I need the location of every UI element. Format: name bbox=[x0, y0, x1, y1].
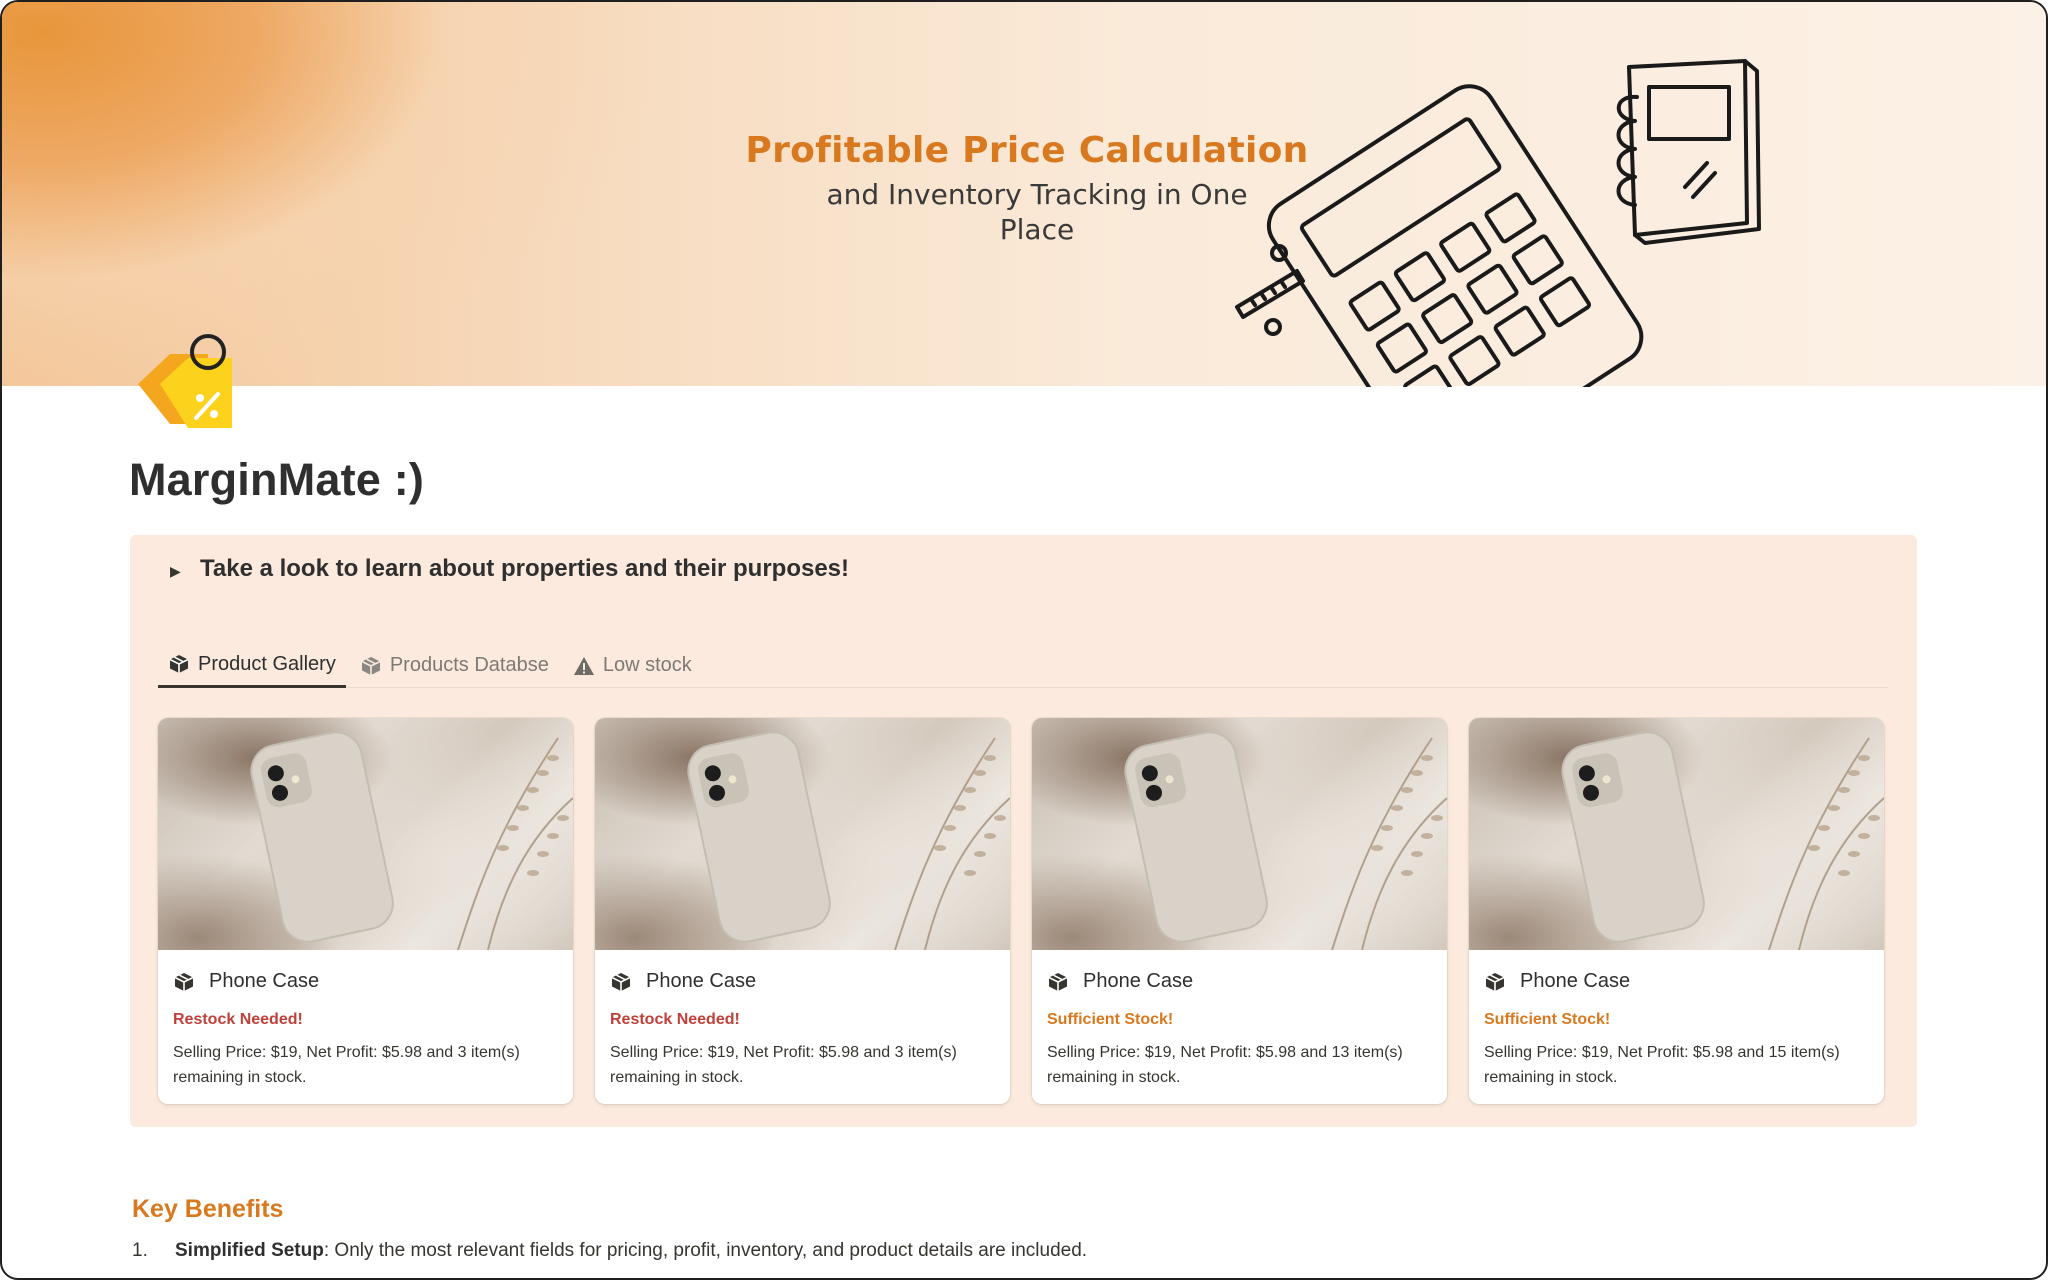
product-image bbox=[158, 718, 573, 950]
product-image bbox=[595, 718, 1010, 950]
tab-label: Products Databse bbox=[389, 654, 549, 676]
list-number: 1. bbox=[132, 1240, 148, 1261]
tab-products-database[interactable]: Products Databse bbox=[350, 643, 559, 688]
properties-toggle[interactable]: ▶ Take a look to learn about properties … bbox=[170, 555, 849, 583]
card-title-row: Phone Case bbox=[1047, 970, 1193, 993]
list-item: 1. Simplified Setup: Only the most relev… bbox=[132, 1240, 1087, 1262]
card-title-row: Phone Case bbox=[173, 970, 319, 993]
product-card[interactable]: Phone Case Restock Needed! Selling Price… bbox=[595, 718, 1010, 1104]
product-card[interactable]: Phone Case Sufficient Stock! Selling Pri… bbox=[1032, 718, 1447, 1104]
product-summary: Selling Price: $19, Net Profit: $5.98 an… bbox=[1047, 1044, 1403, 1086]
stock-status: Restock Needed! bbox=[610, 1011, 740, 1028]
benefit-title: Simplified Setup bbox=[175, 1240, 324, 1261]
tab-product-gallery[interactable]: Product Gallery bbox=[158, 643, 346, 688]
card-title-row: Phone Case bbox=[1484, 970, 1630, 993]
product-name: Phone Case bbox=[646, 970, 757, 992]
tab-label: Low stock bbox=[602, 654, 692, 676]
key-benefits-heading: Key Benefits bbox=[132, 1195, 284, 1223]
stock-status: Sufficient Stock! bbox=[1047, 1011, 1174, 1028]
price-tag-percent-icon bbox=[138, 334, 232, 428]
benefit-description: : Only the most relevant fields for pric… bbox=[323, 1240, 1088, 1261]
page-frame: Profitable Price Calculation and Invento… bbox=[0, 0, 2048, 1280]
triangle-right-icon[interactable]: ▶ bbox=[170, 563, 192, 580]
tab-low-stock[interactable]: Low stock bbox=[563, 643, 702, 688]
product-name: Phone Case bbox=[1520, 970, 1631, 992]
package-icon bbox=[360, 655, 382, 677]
product-summary: Selling Price: $19, Net Profit: $5.98 an… bbox=[610, 1044, 957, 1086]
cover-subtitle: and Inventory Tracking in One Place bbox=[826, 178, 1248, 246]
package-icon bbox=[1047, 971, 1069, 993]
product-name: Phone Case bbox=[209, 970, 320, 992]
cover-banner: Profitable Price Calculation and Invento… bbox=[2, 2, 2046, 387]
product-image bbox=[1032, 718, 1447, 950]
stock-status: Restock Needed! bbox=[173, 1011, 303, 1028]
product-image bbox=[1469, 718, 1884, 950]
calculator-illustration bbox=[1235, 59, 1761, 387]
list-item-text: Simplified Setup: Only the most relevant… bbox=[175, 1240, 1087, 1262]
package-icon bbox=[173, 971, 195, 993]
package-icon bbox=[1484, 971, 1506, 993]
card-title-row: Phone Case bbox=[610, 970, 756, 993]
view-tabs: Product Gallery Products Databse Low sto… bbox=[158, 643, 1888, 688]
page-title: MarginMate :) bbox=[129, 454, 425, 505]
product-gallery: Phone Case Restock Needed! Selling Price… bbox=[158, 718, 1884, 1104]
callout-panel: ▶ Take a look to learn about properties … bbox=[130, 535, 1917, 1127]
package-icon bbox=[610, 971, 632, 993]
product-card[interactable]: Phone Case Sufficient Stock! Selling Pri… bbox=[1469, 718, 1884, 1104]
warning-icon bbox=[573, 655, 595, 677]
toggle-label: Take a look to learn about properties an… bbox=[200, 555, 850, 582]
product-name: Phone Case bbox=[1083, 970, 1194, 992]
stock-status: Sufficient Stock! bbox=[1484, 1011, 1611, 1028]
package-icon bbox=[168, 653, 190, 675]
product-summary: Selling Price: $19, Net Profit: $5.98 an… bbox=[1484, 1044, 1840, 1086]
tab-label: Product Gallery bbox=[198, 652, 336, 675]
product-summary: Selling Price: $19, Net Profit: $5.98 an… bbox=[173, 1044, 520, 1086]
product-card[interactable]: Phone Case Restock Needed! Selling Price… bbox=[158, 718, 573, 1104]
